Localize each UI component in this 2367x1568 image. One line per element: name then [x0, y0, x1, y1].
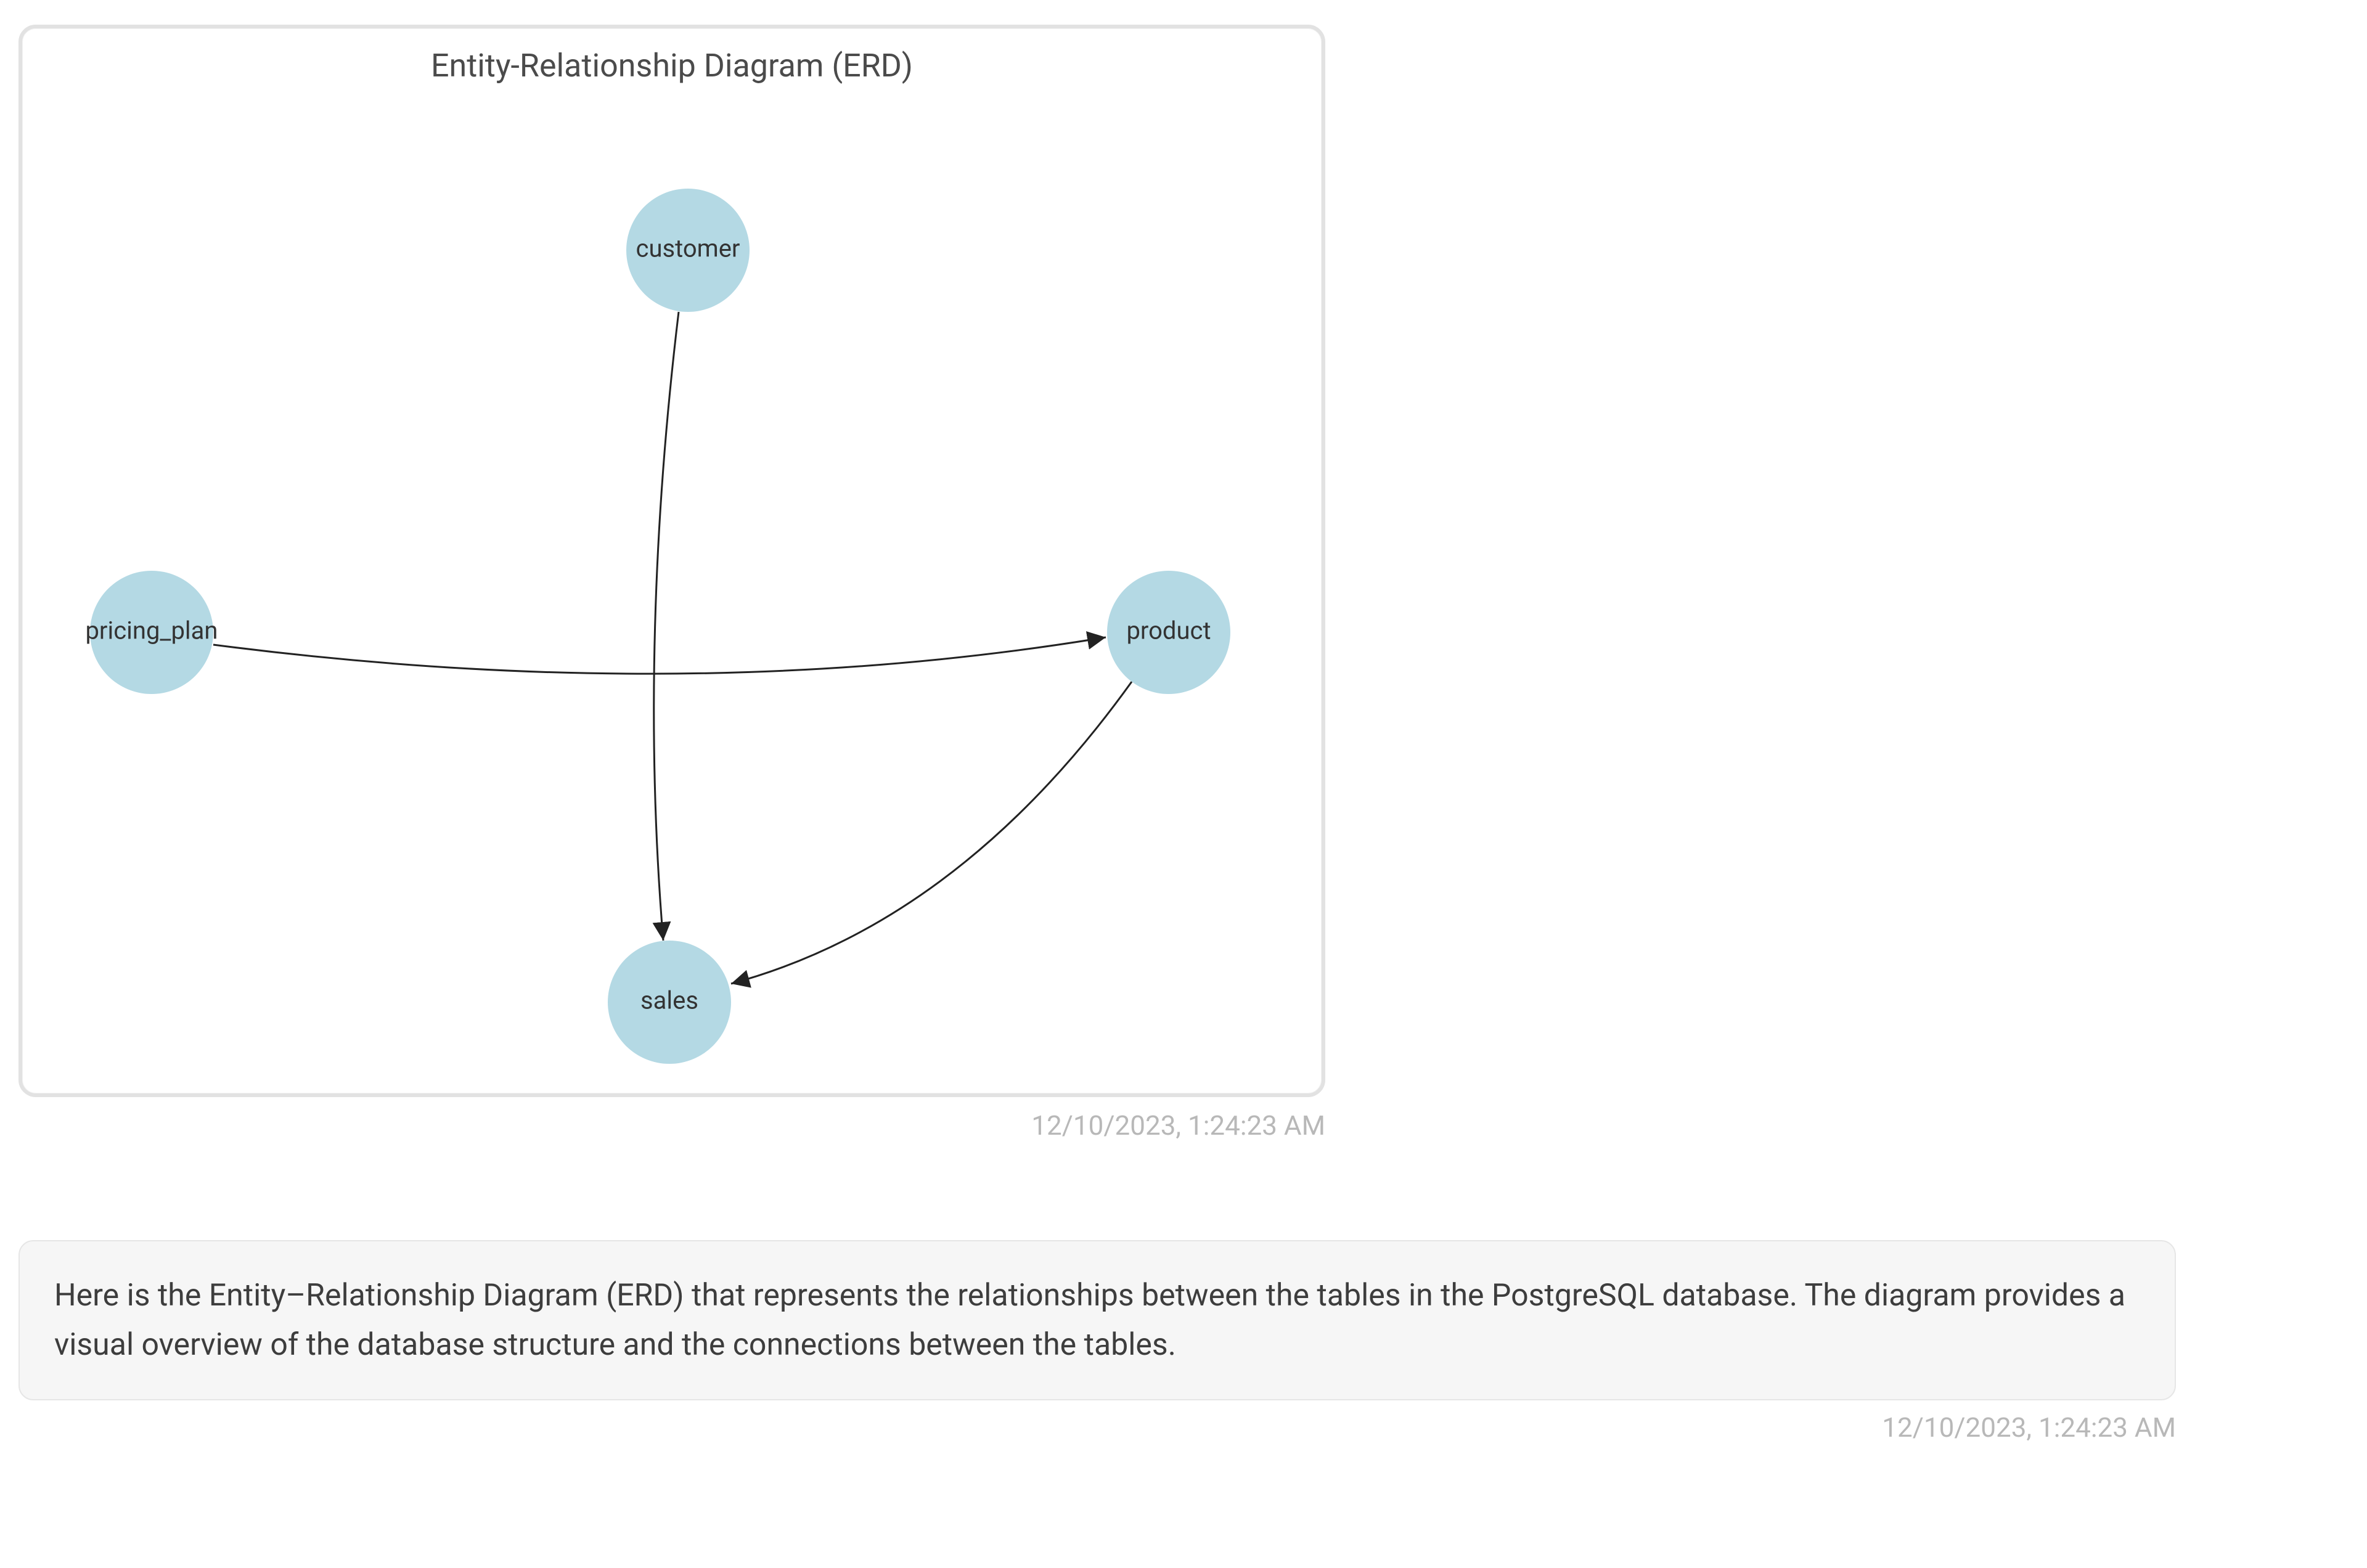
- erd-svg: customer pricing_plan product sales: [22, 28, 1322, 1093]
- node-label-product: product: [1126, 616, 1211, 645]
- diagram-timestamp: 12/10/2023, 1:24:23 AM: [18, 1109, 1325, 1141]
- message-timestamp: 12/10/2023, 1:24:23 AM: [18, 1411, 2176, 1443]
- node-sales[interactable]: sales: [608, 941, 731, 1064]
- node-label-customer: customer: [636, 234, 740, 263]
- assistant-message: Here is the Entity–Relationship Diagram …: [18, 1240, 2176, 1400]
- node-customer[interactable]: customer: [626, 189, 750, 312]
- node-label-pricing-plan: pricing_plan: [85, 616, 218, 645]
- edge-customer-sales: [654, 312, 679, 941]
- chat-column: Entity-Relationship Diagram (ERD): [18, 25, 2238, 1443]
- node-product[interactable]: product: [1107, 571, 1230, 694]
- edge-product-sales: [731, 682, 1132, 984]
- erd-diagram-card: Entity-Relationship Diagram (ERD): [18, 25, 1325, 1097]
- assistant-message-text: Here is the Entity–Relationship Diagram …: [54, 1278, 2125, 1363]
- edge-pricingplan-product: [213, 637, 1106, 674]
- node-label-sales: sales: [640, 986, 698, 1015]
- node-pricing-plan[interactable]: pricing_plan: [85, 571, 218, 694]
- page-root: Entity-Relationship Diagram (ERD): [0, 0, 2367, 1568]
